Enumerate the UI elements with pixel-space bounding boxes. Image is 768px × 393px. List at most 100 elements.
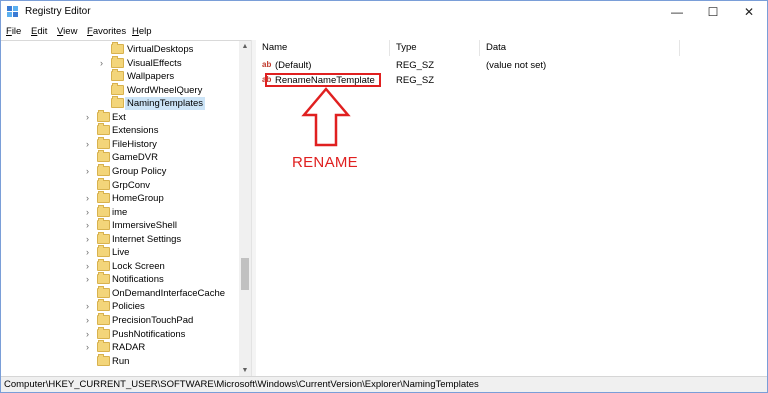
- tree-item[interactable]: Run: [1, 353, 239, 368]
- tree-item[interactable]: VirtualDesktops: [1, 42, 239, 56]
- tree-item-label: ImmersiveShell: [112, 220, 177, 232]
- tree-item[interactable]: › Internet Settings: [1, 231, 239, 246]
- tree-item[interactable]: › Lock Screen: [1, 258, 239, 273]
- chevron-right-icon[interactable]: ›: [86, 193, 94, 204]
- registry-editor-icon: [7, 6, 18, 17]
- folder-icon: [97, 177, 110, 190]
- tree-item-label: WordWheelQuery: [127, 84, 203, 96]
- value-data: (value not set): [486, 60, 547, 71]
- folder-icon: [97, 163, 110, 176]
- column-header-type[interactable]: Type: [390, 40, 480, 56]
- tree-item[interactable]: › RADAR: [1, 340, 239, 354]
- tree-item-label: Policies: [112, 301, 145, 313]
- tree-vertical-scrollbar[interactable]: ▲ ▼: [239, 41, 251, 377]
- tree-item[interactable]: › PushNotifications: [1, 326, 239, 341]
- tree-item[interactable]: WordWheelQuery: [1, 82, 239, 97]
- chevron-right-icon[interactable]: ›: [86, 247, 94, 258]
- folder-icon: [97, 204, 110, 217]
- menu-help[interactable]: Help: [132, 26, 152, 37]
- tree-item-label: Notifications: [112, 274, 164, 286]
- column-header-name[interactable]: Name: [256, 40, 390, 56]
- chevron-right-icon[interactable]: ›: [86, 329, 94, 340]
- tree-item[interactable]: GrpConv: [1, 177, 239, 192]
- tree-item-label: VisualEffects: [127, 57, 182, 69]
- string-value-icon: ab: [262, 60, 272, 69]
- tree-item[interactable]: › Notifications: [1, 272, 239, 286]
- tree-item-label: Live: [112, 247, 130, 259]
- chevron-right-icon[interactable]: ›: [86, 139, 94, 150]
- tree-item-label: VirtualDesktops: [127, 44, 194, 55]
- chevron-right-icon[interactable]: ›: [86, 220, 94, 231]
- chevron-right-icon[interactable]: ›: [86, 342, 94, 353]
- registry-key-tree[interactable]: VirtualDesktops › VisualEffects Wallpapers W…: [1, 40, 251, 377]
- tree-item-label: Run: [112, 355, 130, 367]
- tree-item-label: ime: [112, 206, 128, 218]
- folder-icon: [97, 258, 110, 271]
- menu-view[interactable]: View: [57, 26, 77, 37]
- value-name: (Default): [275, 60, 312, 71]
- folder-icon: [111, 96, 124, 109]
- tree-item[interactable]: › FileHistory: [1, 136, 239, 151]
- tree-item[interactable]: NamingTemplates: [1, 96, 239, 111]
- tree-item-label: Wallpapers: [127, 71, 175, 83]
- tree-item[interactable]: OnDemandInterfaceCache: [1, 285, 239, 300]
- chevron-right-icon[interactable]: ›: [86, 301, 94, 312]
- folder-icon: [111, 42, 124, 54]
- tree-item[interactable]: Wallpapers: [1, 69, 239, 83]
- scroll-up-icon[interactable]: ▲: [239, 41, 251, 53]
- close-button[interactable]: ✕: [731, 1, 767, 23]
- window-title: Registry Editor: [25, 6, 91, 17]
- tree-item[interactable]: Extensions: [1, 123, 239, 137]
- maximize-button[interactable]: ☐: [695, 1, 731, 23]
- status-bar: Computer\HKEY_CURRENT_USER\SOFTWARE\Micr…: [1, 376, 767, 392]
- tree-item[interactable]: › Policies: [1, 299, 239, 313]
- value-type: REG_SZ: [396, 60, 435, 71]
- tree-item[interactable]: › PrecisionTouchPad: [1, 313, 239, 327]
- tree-item[interactable]: › ime: [1, 204, 239, 219]
- title-bar: Registry Editor — ☐ ✕: [1, 1, 767, 23]
- scrollbar-thumb[interactable]: [241, 258, 249, 290]
- tree-item-label: GameDVR: [112, 152, 158, 164]
- tree-item-label: HomeGroup: [112, 193, 164, 205]
- menu-edit[interactable]: Edit: [31, 26, 47, 37]
- folder-icon: [97, 109, 110, 122]
- folder-icon: [97, 245, 110, 258]
- chevron-right-icon[interactable]: ›: [100, 58, 108, 69]
- chevron-right-icon[interactable]: ›: [86, 234, 94, 245]
- column-header-data[interactable]: Data: [480, 40, 680, 56]
- tree-item[interactable]: GameDVR: [1, 150, 239, 164]
- chevron-right-icon[interactable]: ›: [86, 166, 94, 177]
- tree-item-label: FileHistory: [112, 138, 157, 150]
- tree-item[interactable]: › VisualEffects: [1, 55, 239, 70]
- tree-item-label: RADAR: [112, 342, 146, 354]
- chevron-right-icon[interactable]: ›: [86, 261, 94, 272]
- folder-icon: [97, 218, 110, 231]
- folder-icon: [97, 231, 110, 244]
- chevron-right-icon[interactable]: ›: [86, 112, 94, 123]
- folder-icon: [97, 272, 110, 285]
- folder-icon: [111, 55, 124, 68]
- folder-icon: [97, 136, 110, 149]
- tree-item-label: OnDemandInterfaceCache: [112, 287, 226, 299]
- highlight-box: [265, 73, 381, 87]
- tree-item-label: Lock Screen: [112, 260, 165, 272]
- menu-favorites[interactable]: Favorites: [87, 26, 126, 37]
- tree-item[interactable]: › HomeGroup: [1, 191, 239, 205]
- tree-item-label: Group Policy: [112, 165, 167, 177]
- chevron-right-icon[interactable]: ›: [86, 315, 94, 326]
- folder-icon: [97, 313, 110, 325]
- value-row-default[interactable]: ab (Default) REG_SZ (value not set): [256, 59, 767, 72]
- folder-icon: [111, 82, 124, 95]
- tree-item[interactable]: › ImmersiveShell: [1, 218, 239, 232]
- tree-item-label: GrpConv: [112, 179, 151, 191]
- tree-item[interactable]: › Group Policy: [1, 163, 239, 178]
- chevron-right-icon[interactable]: ›: [86, 207, 94, 218]
- minimize-button[interactable]: —: [659, 1, 695, 23]
- tree-item[interactable]: › Live: [1, 245, 239, 259]
- up-arrow-annotation-icon: [301, 87, 351, 147]
- menu-file[interactable]: File: [6, 26, 21, 37]
- tree-item-label: NamingTemplates: [125, 97, 206, 111]
- tree-item[interactable]: › Ext: [1, 109, 239, 124]
- chevron-right-icon[interactable]: ›: [86, 274, 94, 285]
- folder-icon: [97, 123, 110, 136]
